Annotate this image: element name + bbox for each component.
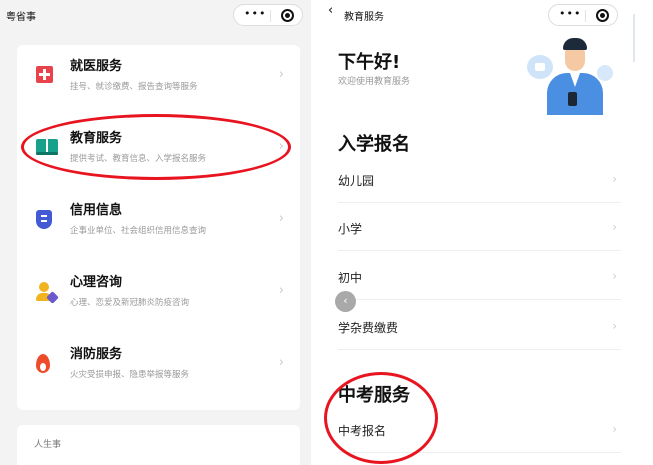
shield-icon — [36, 210, 52, 229]
list-item-exam-registration[interactable]: 中考报名 › — [338, 405, 621, 453]
chevron-right-icon: › — [278, 139, 284, 154]
capsule-divider — [585, 10, 586, 22]
section-label: 人生事 — [34, 440, 62, 450]
service-desc: 提供考试、教育信息、入学报名服务 — [70, 154, 207, 164]
check-bubble-icon — [597, 65, 613, 81]
welcome-text: 欢迎使用教育服务 — [338, 77, 411, 87]
back-icon[interactable]: ‹ — [328, 3, 333, 18]
list-item-kindergarten[interactable]: 幼儿园 › — [338, 155, 621, 203]
chevron-right-icon: › — [612, 319, 617, 333]
exam-section-title: 中考服务 — [338, 385, 410, 406]
medical-cross-icon — [36, 66, 53, 83]
person-heart-icon — [36, 282, 59, 304]
service-item-fire[interactable]: 消防服务 火灾受损申报、隐患举报等服务 › — [17, 333, 300, 405]
service-desc: 火灾受损申报、隐患举报等服务 — [70, 370, 190, 380]
left-screen: 粤省事 ••• 就医服务 挂号、就诊缴费、报告查询等服务 › 教育服务 提供考试… — [0, 0, 311, 465]
chevron-right-icon: › — [612, 269, 617, 283]
chevron-right-icon: › — [278, 211, 284, 226]
chevron-right-icon: › — [278, 67, 284, 82]
floating-back-button[interactable]: ‹ — [335, 291, 356, 312]
chevron-right-icon: › — [612, 172, 617, 186]
chat-bubble-icon — [527, 55, 553, 79]
capsule-divider — [270, 10, 271, 22]
service-desc: 挂号、就诊缴费、报告查询等服务 — [70, 82, 198, 92]
list-item-label: 初中 — [338, 271, 363, 285]
service-item-counseling[interactable]: 心理咨询 心理、恋爱及新冠肺炎防疫咨询 › — [17, 261, 300, 333]
service-desc: 心理、恋爱及新冠肺炎防疫咨询 — [70, 298, 190, 308]
service-item-education[interactable]: 教育服务 提供考试、教育信息、入学报名服务 › — [17, 117, 300, 189]
services-card: 就医服务 挂号、就诊缴费、报告查询等服务 › 教育服务 提供考试、教育信息、入学… — [17, 45, 300, 410]
top-bar: ‹ 教育服务 ••• — [321, 0, 633, 30]
greeting: 下午好! — [338, 52, 401, 73]
person-head — [39, 282, 49, 292]
top-bar: 粤省事 ••• — [0, 0, 311, 30]
enroll-section-title: 入学报名 — [338, 134, 410, 155]
miniprogram-capsule: ••• — [233, 4, 303, 26]
service-item-credit[interactable]: 信用信息 企事业单位、社会组织信用信息查询 › — [17, 189, 300, 261]
close-target-icon[interactable] — [596, 9, 609, 22]
book-base — [36, 152, 58, 155]
list-item-label: 幼儿园 — [338, 174, 375, 188]
life-events-card: 人生事 — [17, 425, 300, 465]
flame-icon — [36, 354, 50, 373]
illustration-hair — [563, 38, 587, 50]
illustration-phone — [568, 92, 577, 106]
list-item-label: 学杂费缴费 — [338, 321, 399, 335]
service-item-medical[interactable]: 就医服务 挂号、就诊缴费、报告查询等服务 › — [17, 45, 300, 117]
service-title: 消防服务 — [70, 347, 123, 362]
service-title: 信用信息 — [70, 203, 123, 218]
service-title: 教育服务 — [70, 131, 123, 146]
miniprogram-capsule: ••• — [548, 4, 618, 26]
list-item-fees[interactable]: 学杂费缴费 › — [338, 302, 621, 350]
user-illustration — [521, 35, 621, 115]
chevron-right-icon: › — [278, 283, 284, 298]
list-item-junior[interactable]: 初中 › — [338, 252, 621, 300]
chevron-right-icon: › — [612, 422, 617, 436]
right-screen: ‹ 教育服务 ••• 下午好! 欢迎使用教育服务 入学报名 幼儿园 › 小学 ›… — [321, 0, 633, 465]
nav-title: 粤省事 — [6, 12, 36, 23]
chevron-right-icon: › — [278, 355, 284, 370]
more-button[interactable]: ••• — [559, 7, 581, 20]
service-title: 心理咨询 — [70, 275, 123, 290]
chevron-right-icon: › — [612, 220, 617, 234]
service-desc: 企事业单位、社会组织信用信息查询 — [70, 226, 207, 236]
list-item-label: 中考报名 — [338, 424, 387, 438]
close-target-icon[interactable] — [281, 9, 294, 22]
book-page-left — [36, 139, 46, 153]
list-item-primary[interactable]: 小学 › — [338, 203, 621, 251]
more-button[interactable]: ••• — [244, 7, 266, 20]
book-page-right — [48, 139, 58, 153]
window-edge — [633, 14, 635, 62]
list-item-label: 小学 — [338, 222, 363, 236]
service-title: 就医服务 — [70, 59, 123, 74]
book-icon — [36, 138, 58, 155]
nav-title: 教育服务 — [344, 12, 384, 23]
